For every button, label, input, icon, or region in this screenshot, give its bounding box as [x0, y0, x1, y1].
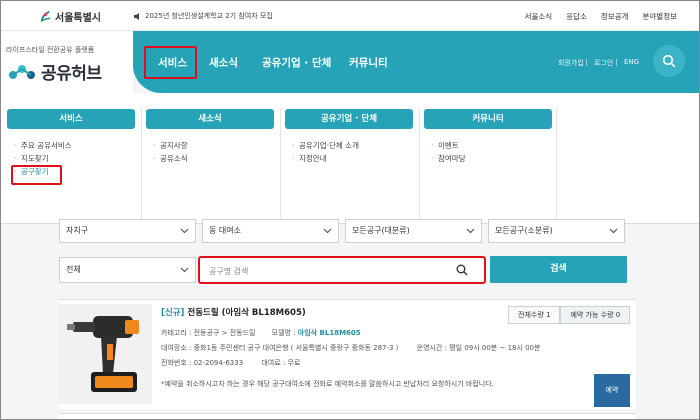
nav-divider [586, 59, 587, 66]
menu-item-map-search[interactable]: 지도찾기 [14, 152, 135, 165]
util-link-field-info[interactable]: 분야별정보 [643, 11, 678, 22]
search-icon[interactable] [456, 264, 468, 276]
district-select[interactable]: 자치구 [59, 219, 196, 243]
menu-divider [141, 109, 142, 224]
global-search-button[interactable] [653, 45, 685, 77]
result-card: [신규] 전동드릴 (아임삭 BL18M605) 전체수량 1 예약 가능 수량… [59, 299, 636, 409]
tool-search-box [198, 256, 486, 284]
nav-divider [616, 59, 617, 66]
menu-item-share-news[interactable]: 공유소식 [153, 152, 274, 165]
brand-logo[interactable]: 공유허브 [7, 59, 102, 84]
menu-item-company-intro[interactable]: 공유기업·단체 소개 [292, 139, 413, 152]
location-text: 대여장소 : 중화1동 주민센터 공구 대여은행 ( 서울특별시 중랑구 중화동… [161, 344, 399, 352]
service-highlight-box [144, 46, 197, 79]
nav-community[interactable]: 커뮤니티 [349, 55, 388, 70]
chevron-down-icon [323, 228, 332, 234]
menu-item-designation[interactable]: 지정안내 [292, 152, 413, 165]
category-row: 카테고리 : 전동공구 > 전동드릴 모델명 : 아임삭 BL18M605 [161, 328, 361, 338]
chevron-down-icon [180, 228, 189, 234]
chevron-down-icon [466, 228, 475, 234]
menu-item-notices[interactable]: 공지사항 [153, 139, 274, 152]
chevron-down-icon [609, 228, 618, 234]
product-image[interactable] [59, 304, 152, 404]
next-result-card [59, 413, 636, 419]
util-link-seoul-news[interactable]: 서울소식 [525, 11, 553, 22]
menu-item-main-services[interactable]: 주요 공유서비스 [14, 139, 135, 152]
minor-category-value: 모든공구(소분류) [495, 226, 553, 235]
menu-head-companies[interactable]: 공유기업 · 단체 [285, 109, 413, 129]
cancel-notice: *예약을 취소하시고자 하는 경우 해당 공구대여소에 전화로 예약취소를 말씀… [161, 380, 494, 388]
top-notice-text: 2025년 청년인생설계학교 2기 참여자 모집 [145, 12, 273, 20]
fee-text: 대여료 : 무료 [261, 359, 301, 367]
menu-head-news[interactable]: 새소식 [146, 109, 274, 129]
new-tag: [신규] [161, 308, 185, 318]
seoul-emblem-icon [40, 11, 51, 22]
menu-divider [419, 109, 420, 224]
total-stock-badge: 전체수량 1 [508, 306, 561, 324]
signup-link[interactable]: 회원가입 [558, 58, 584, 68]
utility-links: 서울소식 응답소 정보공개 분야별정보 [525, 11, 677, 22]
english-link[interactable]: ENG [624, 58, 639, 66]
stock-badges: 전체수량 1 예약 가능 수량 0 [508, 306, 631, 324]
model-label: 모델명 : [271, 329, 298, 337]
hours-text: 운영시간 : 평일 09시 00분 ~ 18시 00분 [416, 344, 541, 352]
menu-head-service[interactable]: 서비스 [7, 109, 135, 129]
top-notice[interactable]: 2025년 청년인생설계학교 2기 참여자 모집 [134, 11, 273, 21]
phone-text: 전화번호 : 02-2094-6333 [161, 359, 244, 367]
speaker-icon [134, 12, 139, 20]
tool-search-highlight-box [11, 165, 62, 185]
scope-select-value: 전체 [66, 265, 81, 274]
model-value: 아임삭 BL18M605 [297, 329, 361, 337]
page-frame: 서울특별시 2025년 청년인생설계학교 2기 참여자 모집 서울소식 응답소 … [0, 0, 700, 420]
location-row: 대여장소 : 중화1동 주민센터 공구 대여은행 ( 서울특별시 중랑구 중화동… [161, 343, 540, 353]
menu-col-companies: 공유기업 · 단체 공유기업·단체 소개 지정안내 [285, 109, 413, 165]
mega-menu: 서비스 주요 공유서비스 지도찾기 공구찾기 새소식 공지사항 공유소식 공유기… [1, 93, 699, 224]
menu-item-events[interactable]: 이벤트 [431, 139, 552, 152]
seoul-logo[interactable]: 서울특별시 [39, 9, 101, 24]
minor-category-select[interactable]: 모든공구(소분류) [488, 219, 625, 243]
major-category-value: 모든공구(대분류) [352, 226, 410, 235]
utility-bar: 서울특별시 2025년 청년인생설계학교 2기 참여자 모집 서울소식 응답소 … [1, 1, 699, 31]
chevron-down-icon [180, 267, 189, 273]
menu-head-community[interactable]: 커뮤니티 [424, 109, 552, 129]
category-text: 카테고리 : 전동공구 > 전동드릴 [161, 329, 256, 337]
menu-item-participation[interactable]: 참여마당 [431, 152, 552, 165]
product-name: 전동드릴 (아임삭 BL18M605) [187, 308, 306, 318]
major-category-select[interactable]: 모든공구(대분류) [345, 219, 482, 243]
util-link-info-open[interactable]: 정보공개 [601, 11, 629, 22]
phone-row: 전화번호 : 02-2094-6333 대여료 : 무료 [161, 358, 300, 368]
main-nav: 서비스 새소식 공유기업 · 단체 커뮤니티 회원가입 로그인 ENG [133, 31, 699, 93]
sharehub-logo-icon [9, 64, 35, 79]
search-button[interactable]: 검색 [490, 256, 627, 283]
brand-tagline: 라이프스타일 전환공유 플랫폼 [6, 46, 95, 54]
reserve-button[interactable]: 예약 [594, 374, 630, 407]
brand-area: 라이프스타일 전환공유 플랫폼 공유허브 [1, 31, 133, 93]
district-select-value: 자치구 [66, 226, 89, 235]
menu-divider [556, 109, 557, 224]
util-link-response[interactable]: 응답소 [566, 11, 587, 22]
center-select[interactable]: 동 대여소 [202, 219, 339, 243]
menu-divider [280, 109, 281, 224]
nav-companies[interactable]: 공유기업 · 단체 [262, 55, 331, 70]
available-stock-badge: 예약 가능 수량 0 [560, 306, 631, 324]
nav-news[interactable]: 새소식 [209, 55, 238, 70]
brand-name: 공유허브 [41, 64, 102, 84]
seoul-logo-text: 서울특별시 [55, 13, 101, 24]
center-select-value: 동 대여소 [209, 226, 241, 235]
tool-search-input[interactable] [209, 264, 449, 278]
scope-select[interactable]: 전체 [59, 257, 196, 283]
search-icon [662, 54, 676, 68]
menu-col-community: 커뮤니티 이벤트 참여마당 [424, 109, 552, 165]
product-title[interactable]: [신규] 전동드릴 (아임삭 BL18M605) [161, 306, 306, 318]
drill-image [67, 316, 139, 392]
menu-col-news: 새소식 공지사항 공유소식 [146, 109, 274, 165]
login-link[interactable]: 로그인 [594, 58, 613, 68]
